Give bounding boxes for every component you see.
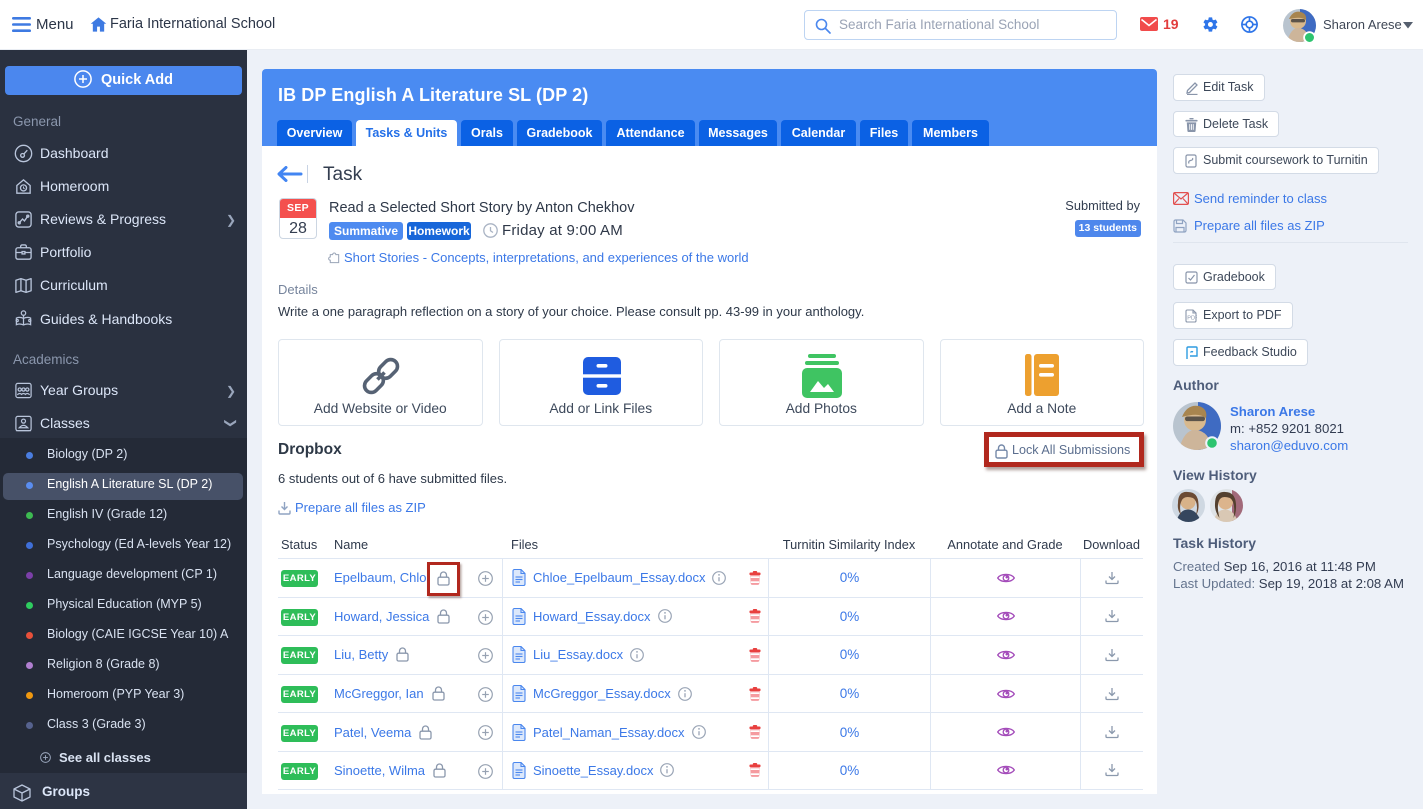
svg-text:PDF: PDF bbox=[1187, 316, 1197, 322]
